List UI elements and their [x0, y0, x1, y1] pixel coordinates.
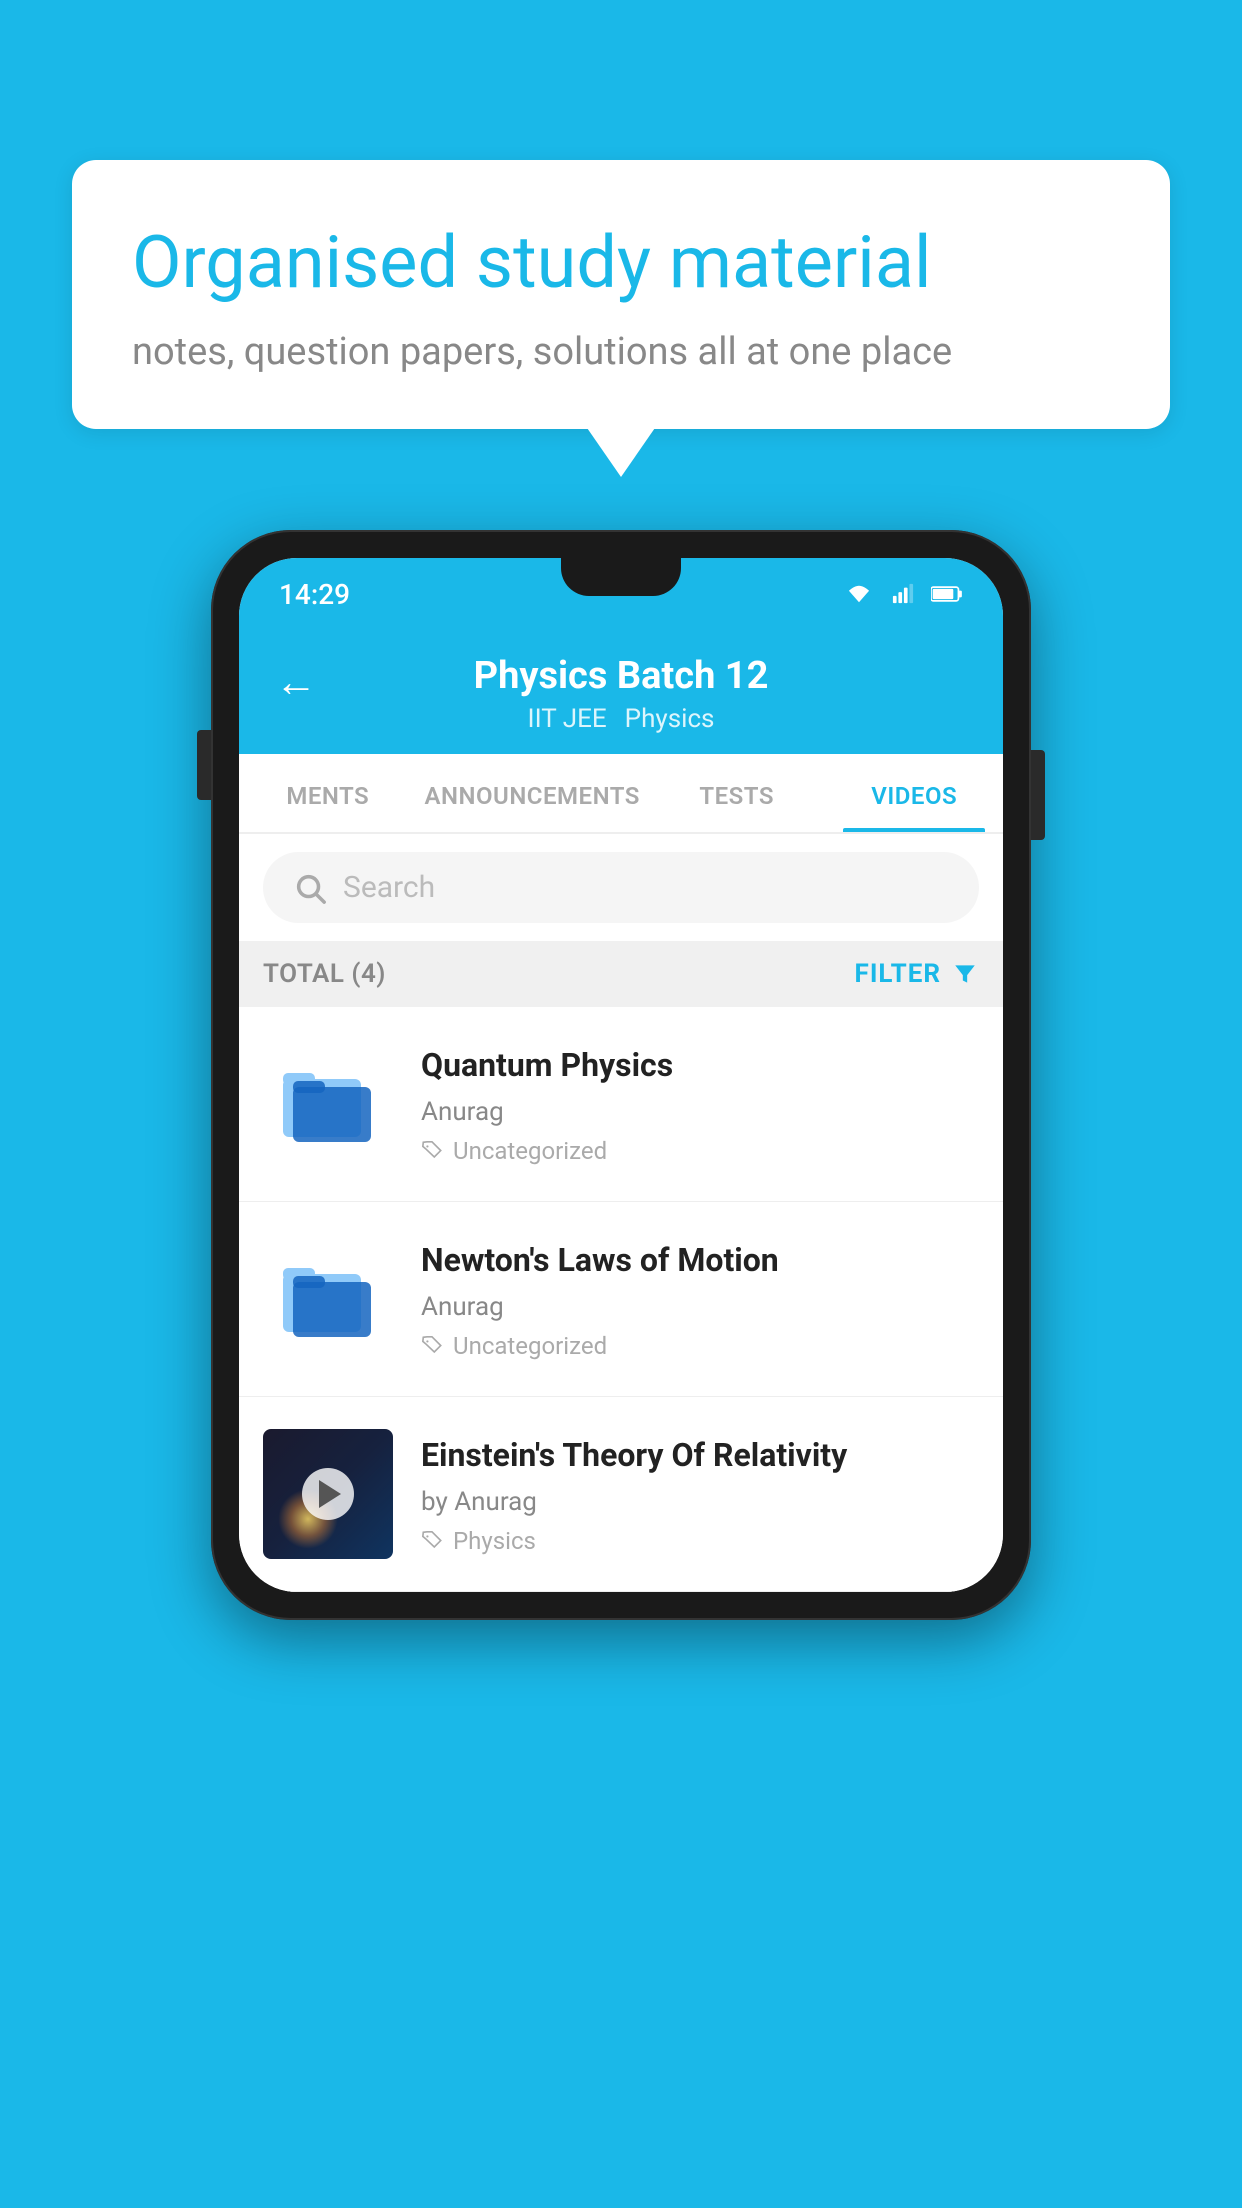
video-tag: Uncategorized [421, 1137, 979, 1165]
video-info: Einstein's Theory Of Relativity by Anura… [421, 1429, 979, 1555]
search-bar-wrapper: Search [239, 834, 1003, 941]
filter-bar: TOTAL (4) FILTER [239, 941, 1003, 1007]
header-tag1: IIT JEE [528, 704, 607, 734]
wifi-icon [843, 583, 875, 605]
list-item[interactable]: Newton's Laws of Motion Anurag Uncategor… [239, 1202, 1003, 1397]
video-author: Anurag [421, 1097, 979, 1127]
play-icon [319, 1480, 341, 1508]
video-author: by Anurag [421, 1487, 979, 1517]
tab-ments[interactable]: MENTS [239, 754, 417, 832]
back-button[interactable]: ← [275, 658, 317, 707]
video-list: Quantum Physics Anurag Uncategorized [239, 1007, 1003, 1592]
video-info: Quantum Physics Anurag Uncategorized [421, 1039, 979, 1165]
bubble-title: Organised study material [132, 220, 1110, 306]
video-title: Newton's Laws of Motion [421, 1240, 979, 1282]
tabs-bar: MENTS ANNOUNCEMENTS TESTS VIDEOS [239, 754, 1003, 834]
video-title: Quantum Physics [421, 1045, 979, 1087]
status-bar: 14:29 [239, 558, 1003, 630]
speech-bubble: Organised study material notes, question… [72, 160, 1170, 429]
video-title: Einstein's Theory Of Relativity [421, 1435, 979, 1477]
total-count: TOTAL (4) [263, 959, 386, 989]
video-info: Newton's Laws of Motion Anurag Uncategor… [421, 1234, 979, 1360]
bubble-subtitle: notes, question papers, solutions all at… [132, 330, 1110, 374]
video-author: Anurag [421, 1292, 979, 1322]
header-tag2: Physics [625, 704, 715, 734]
phone-outer: 14:29 [211, 530, 1031, 1620]
search-bar[interactable]: Search [263, 852, 979, 923]
header-title: Physics Batch 12 [474, 654, 769, 698]
status-icons [843, 583, 963, 605]
filter-icon [951, 961, 979, 987]
item-thumbnail [263, 1234, 393, 1364]
item-thumbnail [263, 1039, 393, 1169]
item-thumbnail [263, 1429, 393, 1559]
folder-icon [278, 1059, 378, 1149]
notch [561, 558, 681, 596]
signal-icon [887, 583, 919, 605]
search-placeholder: Search [343, 870, 435, 905]
list-item[interactable]: Quantum Physics Anurag Uncategorized [239, 1007, 1003, 1202]
tab-videos[interactable]: VIDEOS [825, 754, 1003, 832]
play-button[interactable] [302, 1468, 354, 1520]
status-time: 14:29 [279, 578, 350, 611]
speech-bubble-section: Organised study material notes, question… [72, 160, 1170, 429]
thumbnail-image [263, 1429, 393, 1559]
video-tag: Uncategorized [421, 1332, 979, 1360]
phone-screen: 14:29 [239, 558, 1003, 1592]
battery-icon [931, 583, 963, 605]
tab-tests[interactable]: TESTS [648, 754, 826, 832]
filter-button[interactable]: FILTER [855, 959, 979, 989]
folder-icon [278, 1254, 378, 1344]
app-header: ← Physics Batch 12 IIT JEE Physics [239, 630, 1003, 754]
tab-announcements[interactable]: ANNOUNCEMENTS [417, 754, 648, 832]
header-subtitle: IIT JEE Physics [528, 704, 715, 734]
tag-icon [421, 1140, 443, 1162]
search-icon [293, 871, 327, 905]
list-item[interactable]: Einstein's Theory Of Relativity by Anura… [239, 1397, 1003, 1592]
tag-icon [421, 1335, 443, 1357]
phone-mockup: 14:29 [211, 530, 1031, 1620]
tag-icon [421, 1530, 443, 1552]
video-tag: Physics [421, 1527, 979, 1555]
